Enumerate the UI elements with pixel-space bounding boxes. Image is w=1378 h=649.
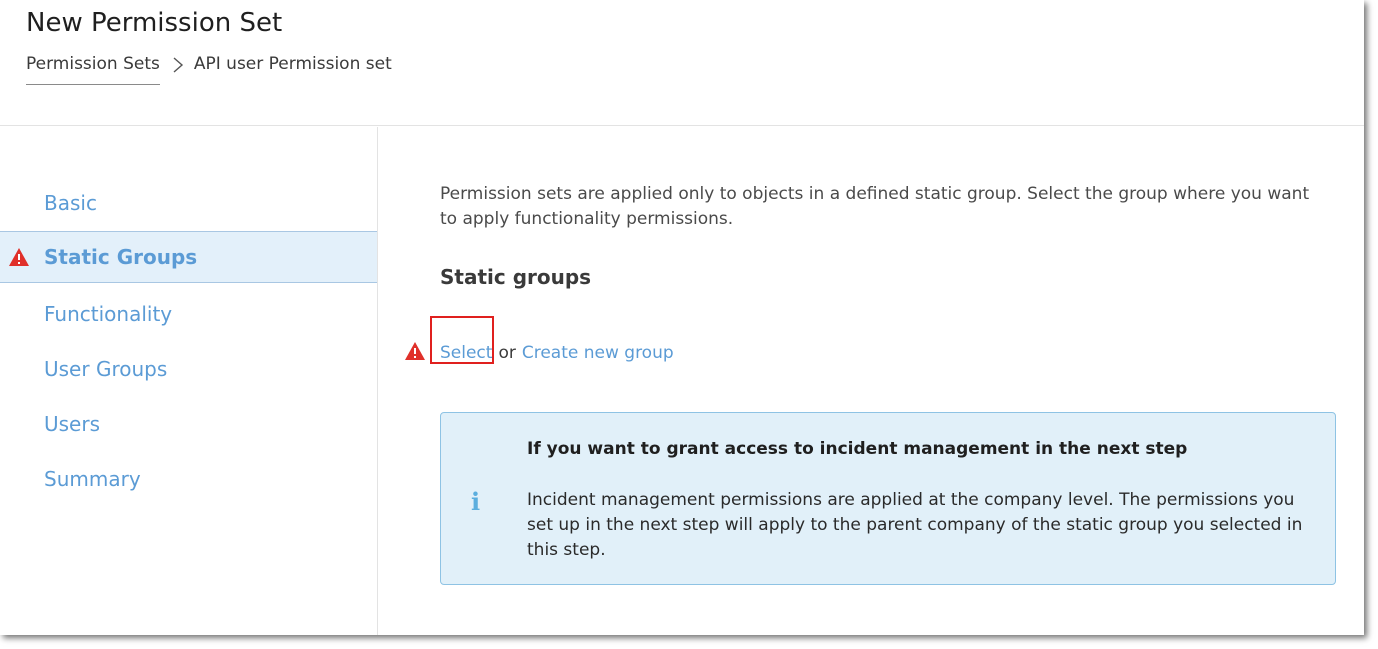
- select-link-wrapper: Select: [430, 316, 494, 364]
- page-title: New Permission Set: [26, 8, 283, 38]
- select-group-link[interactable]: Select: [440, 343, 492, 363]
- create-new-group-link[interactable]: Create new group: [522, 343, 674, 363]
- sidebar-nav: Basic Static Groups Functionality User G…: [0, 127, 378, 635]
- sidebar-item-static-groups[interactable]: Static Groups: [0, 231, 377, 283]
- window: New Permission Set Permission Sets API u…: [0, 0, 1364, 635]
- warning-icon: [9, 248, 29, 266]
- sidebar-item-functionality[interactable]: Functionality: [0, 288, 377, 340]
- intro-text: Permission sets are applied only to obje…: [440, 184, 1310, 229]
- breadcrumb: Permission Sets API user Permission set: [26, 54, 392, 85]
- sidebar-item-summary[interactable]: Summary: [0, 453, 377, 505]
- info-box: i If you want to grant access to inciden…: [440, 412, 1336, 585]
- breadcrumb-permission-sets-link[interactable]: Permission Sets: [26, 54, 160, 85]
- info-icon: i: [471, 487, 481, 516]
- or-text: or: [498, 343, 516, 363]
- header: New Permission Set Permission Sets API u…: [0, 0, 1364, 126]
- select-row: Select or Create new group: [404, 316, 674, 364]
- sidebar-item-label: Users: [44, 412, 101, 436]
- info-title: If you want to grant access to incident …: [527, 439, 1188, 459]
- sidebar-item-basic[interactable]: Basic: [0, 177, 377, 229]
- breadcrumb-current: API user Permission set: [193, 54, 392, 74]
- sidebar-item-label: Functionality: [44, 302, 173, 326]
- chevron-right-icon: [173, 57, 183, 73]
- main-content: Permission sets are applied only to obje…: [378, 127, 1364, 635]
- sidebar-item-user-groups[interactable]: User Groups: [0, 343, 377, 395]
- section-title: Static groups: [440, 265, 592, 289]
- warning-icon: [405, 342, 425, 360]
- sidebar-item-label: Static Groups: [44, 245, 198, 269]
- sidebar-item-users[interactable]: Users: [0, 398, 377, 450]
- info-body: Incident management permissions are appl…: [527, 490, 1303, 560]
- sidebar-item-label: Basic: [44, 191, 97, 215]
- sidebar-item-label: User Groups: [44, 357, 168, 381]
- sidebar-item-label: Summary: [44, 467, 141, 491]
